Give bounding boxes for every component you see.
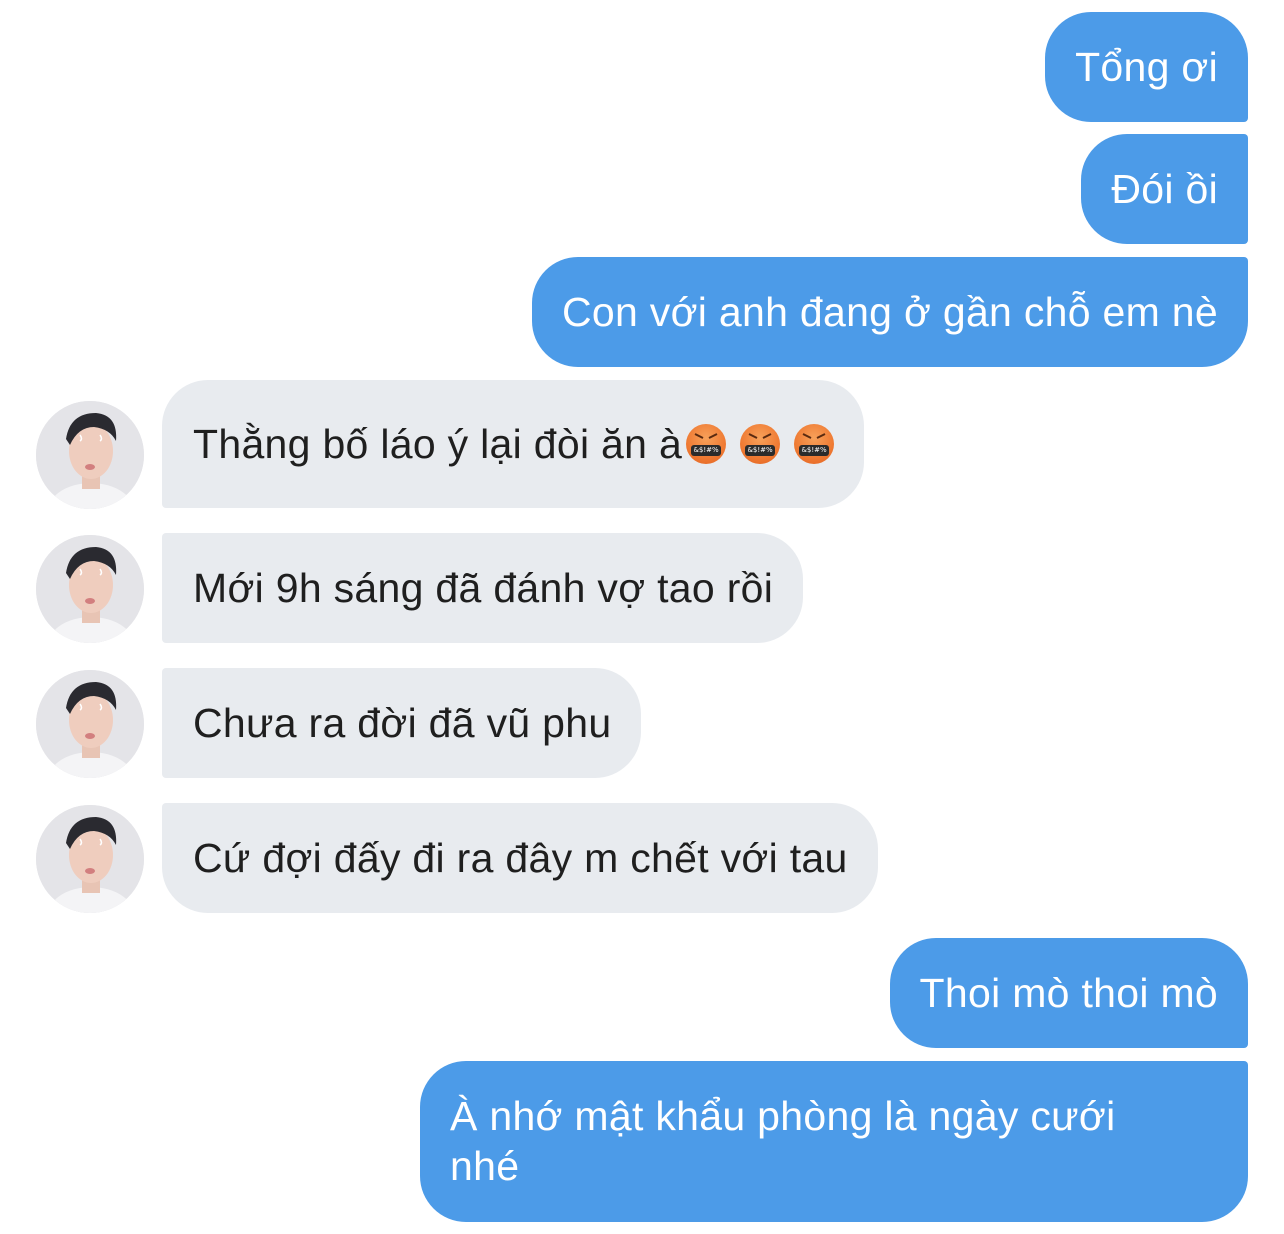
incoming-message[interactable]: Chưa ra đời đã vũ phu [162,668,642,778]
outgoing-message[interactable]: Tổng ơi [1045,12,1248,122]
contact-avatar[interactable] [36,805,144,913]
incoming-message[interactable]: Thằng bố láo ý lại đòi ăn à &$!#% &$!#% &$!… [162,380,865,508]
outgoing-message[interactable]: Đói ồi [1081,134,1248,244]
avatar-photo-icon [36,805,144,913]
outgoing-message[interactable]: Thoi mò thoi mò [889,938,1248,1048]
angry-censored-emoji-icon: &$!#% [740,424,781,464]
angry-censored-emoji-icon: &$!#% [794,424,835,464]
message-text: Cứ đợi đấy đi ra đây m chết với tau [193,835,848,881]
message-text: Đói ồi [1111,166,1218,212]
contact-avatar[interactable] [36,670,144,778]
incoming-message[interactable]: Mới 9h sáng đã đánh vợ tao rồi [162,533,804,643]
avatar-photo-icon [36,535,144,643]
avatar-photo-icon [36,401,144,509]
message-text: Tổng ơi [1075,44,1218,90]
message-text: Chưa ra đời đã vũ phu [193,700,612,746]
outgoing-message[interactable]: Con với anh đang ở gần chỗ em nè [531,257,1248,367]
message-text-line: nhé [450,1143,520,1189]
angry-censored-emoji-icon: &$!#% [686,424,727,464]
message-text-line: À nhớ mật khẩu phòng là ngày cưới [450,1093,1116,1139]
message-text: Thằng bố láo ý lại đòi ăn à [193,421,683,467]
message-text: Thoi mò thoi mò [919,970,1218,1016]
outgoing-message[interactable]: À nhớ mật khẩu phòng là ngày cưới nhé [420,1061,1248,1222]
message-text: Mới 9h sáng đã đánh vợ tao rồi [193,565,774,611]
contact-avatar[interactable] [36,535,144,643]
message-text: Con với anh đang ở gần chỗ em nè [561,289,1218,335]
avatar-photo-icon [36,670,144,778]
incoming-message[interactable]: Cứ đợi đấy đi ra đây m chết với tau [162,803,878,913]
chat-thread: Tổng ơi Đói ồi Con với anh đang ở gần ch… [0,0,1284,1234]
contact-avatar[interactable] [36,401,144,509]
